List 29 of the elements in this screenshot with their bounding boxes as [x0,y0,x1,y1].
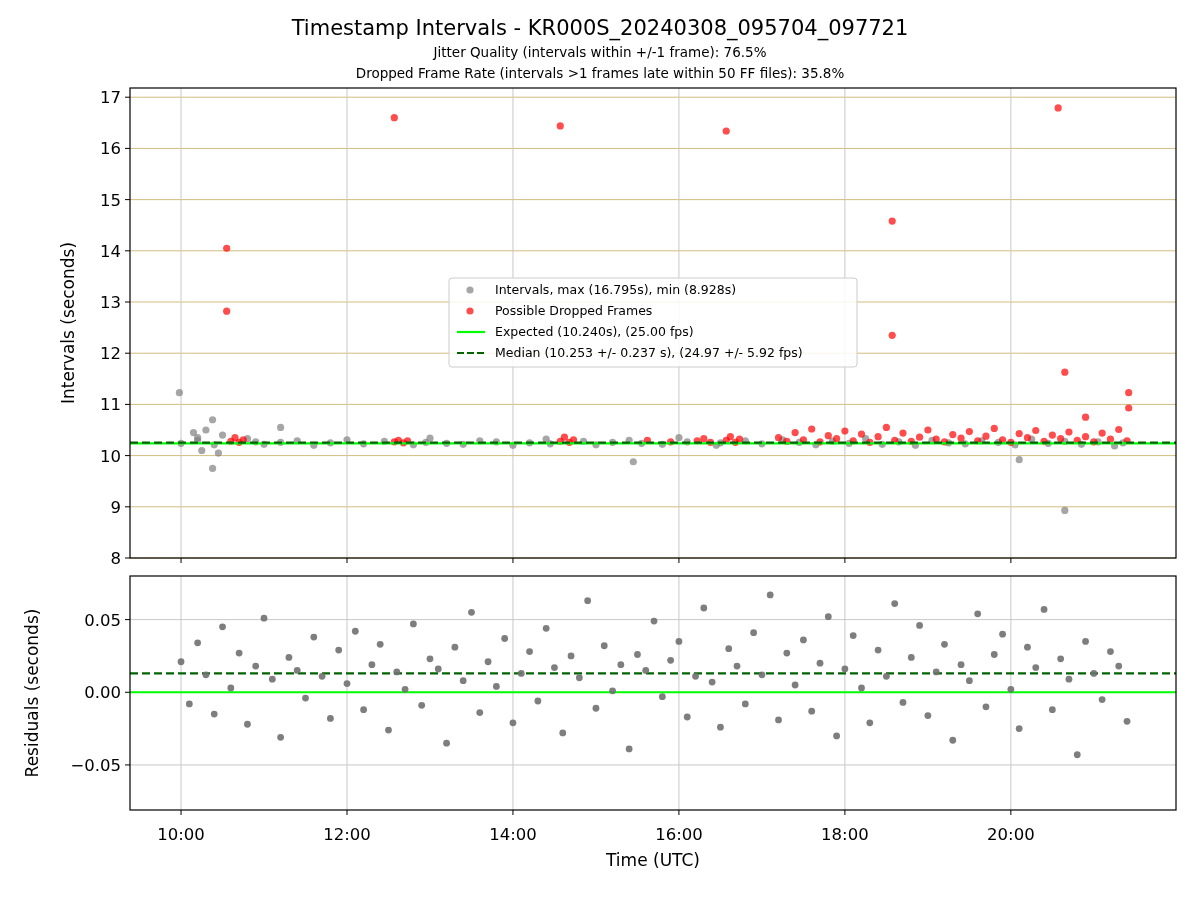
axis-label: Residuals (seconds) [22,608,42,778]
tick-label: 11 [100,395,121,415]
tick-label: 16 [100,139,121,159]
tick-label: 12:00 [323,825,371,844]
tick-label: 8 [110,549,121,568]
tick-label: 9 [110,497,121,517]
tick-label: 13 [100,293,121,312]
tick-label: 0.05 [84,610,121,630]
axis-label: Intervals (seconds) [58,241,78,405]
chart-subtitle: Jitter Quality (intervals within +/-1 frame): 76.5% [433,43,767,62]
legend-label: Expected (10.240s), (25.00 fps) [495,324,694,339]
tick-label: 12 [100,344,121,364]
tick-label: 10:00 [157,825,205,844]
axis-label: Time (UTC) [606,850,700,870]
tick-label: 20:00 [987,825,1035,844]
legend-label: Intervals, max (16.795s), min (8.928s) [495,282,737,297]
tick-label: 15 [100,190,121,210]
tick-label: 18:00 [821,825,869,844]
tick-label: 17 [100,88,121,108]
chart-title: Timestamp Intervals - KR000S_20240308_095704_097721 [291,15,909,42]
tick-label: 14 [100,241,121,261]
legend-label: Possible Dropped Frames [495,303,653,318]
chart-subtitle: Dropped Frame Rate (intervals >1 frames late within 50 FF files): 35.8% [355,64,845,83]
legend-label: Median (10.253 +/- 0.237 s), (24.97 +/- 5.92 fps) [495,345,803,360]
tick-label: 0.00 [84,683,121,703]
tick-label: 14:00 [489,825,537,844]
tick-label: −0.05 [70,755,121,775]
tick-label: 16:00 [655,825,703,844]
tick-label: 10 [100,446,121,466]
